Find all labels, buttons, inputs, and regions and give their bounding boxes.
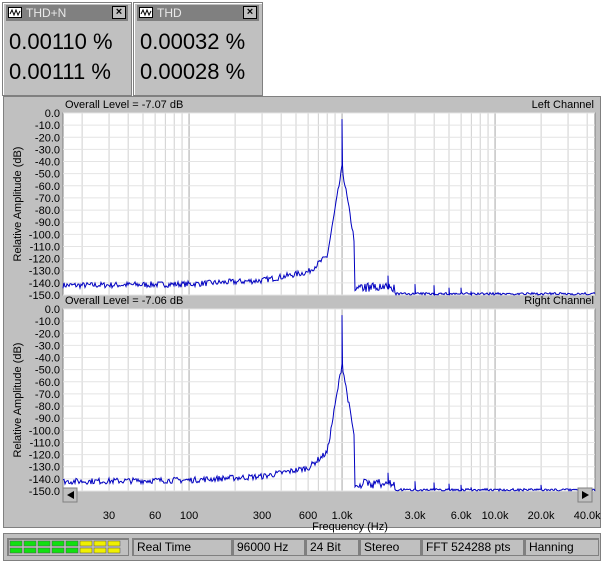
y-tick-label: -140.0 — [29, 474, 60, 486]
led-segment — [51, 540, 65, 547]
window-field[interactable]: Hanning — [524, 538, 599, 556]
overall-level-right: Overall Level = -7.06 dB — [65, 295, 183, 307]
y-tick-label: -110.0 — [30, 241, 60, 253]
led-segment — [65, 540, 79, 547]
y-tick-label: -30.0 — [35, 144, 60, 156]
y-tick-label: -10.0 — [35, 316, 60, 328]
led-segment — [79, 547, 93, 554]
x-tick-label: 10.0k — [482, 510, 509, 522]
led-segment — [37, 547, 51, 554]
y-tick-label: -100.0 — [29, 425, 60, 437]
y-tick-label: -30.0 — [35, 340, 60, 352]
y-tick-label: -70.0 — [35, 389, 60, 401]
overall-level-left: Overall Level = -7.07 dB — [65, 99, 183, 111]
led-segment — [107, 540, 121, 547]
x-axis-label: Frequency (Hz) — [312, 521, 388, 533]
y-axis-label-left: Relative Amplitude (dB) — [12, 147, 24, 262]
x-tick-label: 60 — [149, 510, 161, 522]
y-ticks-right: 0.0-10.0-20.0-30.0-40.0-50.0-60.0-70.0-8… — [29, 304, 60, 498]
channels-field[interactable]: Stereo — [359, 538, 421, 556]
fft-size-field[interactable]: FFT 524288 pts — [421, 538, 524, 556]
led-segment — [65, 547, 79, 554]
level-meter — [7, 538, 129, 556]
led-segment — [93, 547, 107, 554]
level-led-bar — [9, 540, 121, 554]
y-tick-label: -130.0 — [29, 266, 60, 278]
y-tick-label: 0.0 — [45, 304, 60, 316]
y-ticks-left: 0.0-10.0-20.0-30.0-40.0-50.0-60.0-70.0-8… — [29, 108, 60, 302]
status-bar: Real Time 96000 Hz 24 Bit Stereo FFT 524… — [3, 533, 601, 561]
spectrum-chart: 0.0-10.0-20.0-30.0-40.0-50.0-60.0-70.0-8… — [12, 99, 601, 533]
y-tick-label: -20.0 — [35, 328, 60, 340]
led-segment — [23, 547, 37, 554]
y-tick-label: -100.0 — [29, 229, 60, 241]
channel-label-left: Left Channel — [532, 99, 594, 111]
y-tick-label: -90.0 — [35, 413, 60, 425]
y-tick-label: -150.0 — [29, 290, 60, 302]
x-tick-label: 6.0k — [451, 510, 472, 522]
led-segment — [23, 540, 37, 547]
y-tick-label: 0.0 — [45, 108, 60, 120]
led-segment — [51, 547, 65, 554]
channel-label-right: Right Channel — [524, 295, 594, 307]
led-segment — [9, 547, 23, 554]
led-segment — [37, 540, 51, 547]
y-tick-label: -120.0 — [29, 450, 60, 462]
mode-field[interactable]: Real Time — [132, 538, 232, 556]
x-tick-label: 40.0k — [574, 510, 601, 522]
y-tick-label: -150.0 — [29, 486, 60, 498]
y-tick-label: -60.0 — [35, 377, 60, 389]
y-axis-label-right: Relative Amplitude (dB) — [12, 343, 24, 458]
x-tick-label: 300 — [253, 510, 271, 522]
y-tick-label: -110.0 — [30, 437, 60, 449]
y-tick-label: -60.0 — [35, 181, 60, 193]
y-tick-label: -130.0 — [29, 462, 60, 474]
y-tick-label: -20.0 — [35, 132, 60, 144]
y-tick-label: -80.0 — [35, 401, 60, 413]
x-tick-label: 30 — [103, 510, 115, 522]
led-segment — [107, 547, 121, 554]
sample-rate-field[interactable]: 96000 Hz — [232, 538, 305, 556]
x-tick-label: 20.0k — [528, 510, 555, 522]
y-tick-label: -70.0 — [35, 193, 60, 205]
bit-depth-field[interactable]: 24 Bit — [305, 538, 359, 556]
y-tick-label: -120.0 — [29, 254, 60, 266]
y-tick-label: -90.0 — [35, 217, 60, 229]
x-tick-label: 100 — [180, 510, 198, 522]
y-tick-label: -40.0 — [35, 353, 60, 365]
x-tick-label: 3.0k — [405, 510, 426, 522]
led-segment — [79, 540, 93, 547]
y-tick-label: -40.0 — [35, 157, 60, 169]
y-tick-label: -50.0 — [35, 169, 60, 181]
y-tick-label: -140.0 — [29, 278, 60, 290]
y-tick-label: -50.0 — [35, 365, 60, 377]
led-segment — [9, 540, 23, 547]
y-tick-label: -10.0 — [35, 120, 60, 132]
y-tick-label: -80.0 — [35, 205, 60, 217]
led-segment — [93, 540, 107, 547]
